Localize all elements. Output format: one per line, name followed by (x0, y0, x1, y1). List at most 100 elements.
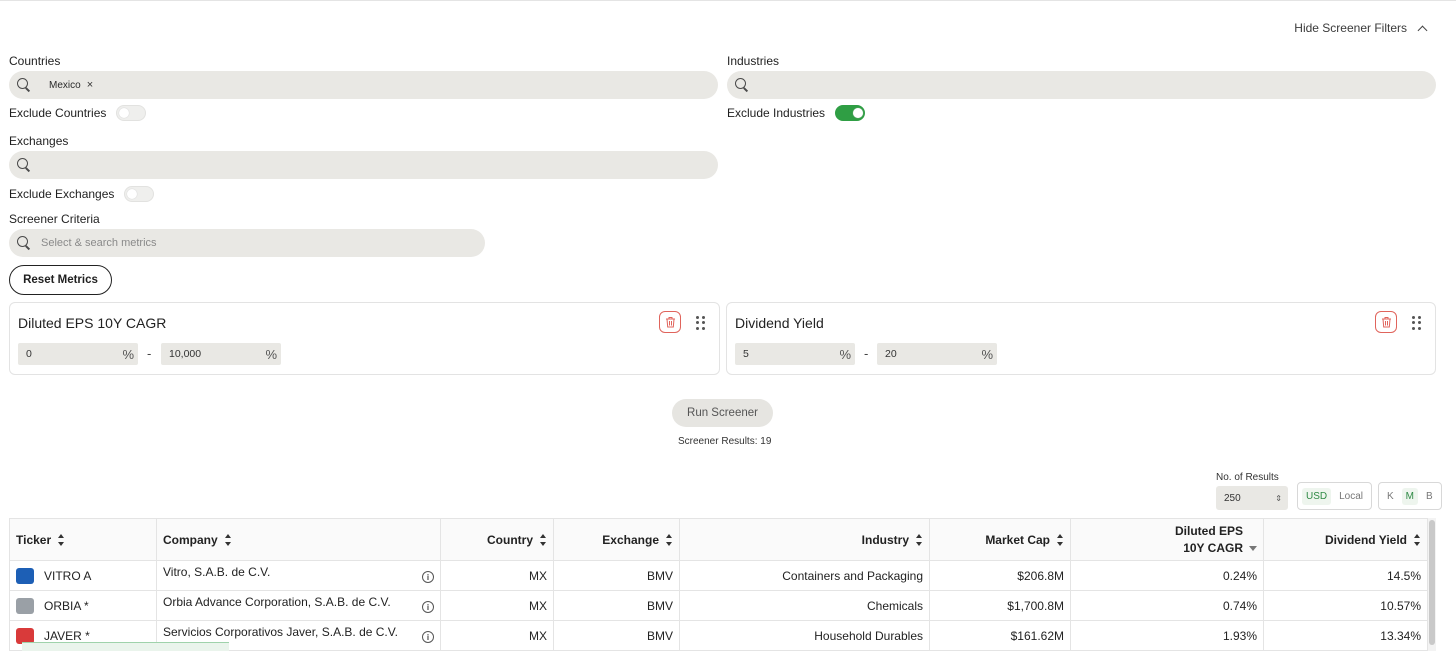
exclude-exchanges-row: Exclude Exchanges (9, 186, 155, 202)
column-header-label: Country (487, 532, 533, 547)
remove-chip-icon[interactable]: × (87, 79, 93, 91)
sort-icon (1056, 534, 1064, 547)
column-header-ticker[interactable]: Ticker (9, 518, 157, 561)
hide-filters-label: Hide Screener Filters (1294, 21, 1407, 35)
metric-max-input[interactable]: 20 % (877, 343, 997, 365)
sort-descending-icon (1249, 545, 1257, 551)
column-header-eps-cagr[interactable]: Diluted EPS 10Y CAGR (1070, 518, 1264, 561)
table-body: VITRO A Vitro, S.A.B. de C.V. i MX BMV Contai… (9, 560, 1428, 651)
column-header-country[interactable]: Country (440, 518, 554, 561)
search-icon (17, 158, 31, 172)
scale-k-option[interactable]: K (1383, 488, 1398, 505)
sort-icon (665, 534, 673, 547)
exclude-countries-toggle[interactable] (116, 105, 147, 121)
metric-min-input[interactable]: 5 % (735, 343, 855, 365)
results-table: Ticker Company Country Exchange Industry… (9, 518, 1428, 651)
cell-eps-cagr: 0.24% (1070, 560, 1264, 591)
industries-search-input[interactable] (727, 71, 1436, 99)
industries-label: Industries (727, 54, 780, 68)
hide-filters-toggle[interactable]: Hide Screener Filters (1294, 21, 1428, 35)
metrics-search-placeholder: Select & search metrics (41, 237, 157, 249)
currency-toggle: USD Local (1297, 482, 1373, 510)
column-header-exchange[interactable]: Exchange (553, 518, 680, 561)
column-header-market-cap[interactable]: Market Cap (929, 518, 1071, 561)
cell-market-cap: $206.8M (929, 560, 1071, 591)
cell-dividend-yield: 14.5% (1263, 560, 1428, 591)
column-header-label: Dividend Yield (1324, 532, 1407, 547)
currency-usd-option[interactable]: USD (1302, 487, 1332, 505)
info-icon[interactable]: i (422, 631, 434, 643)
metric-min-value: 5 (743, 348, 749, 360)
cell-dividend-yield: 13.34% (1263, 620, 1428, 651)
toggle-knob (127, 189, 138, 199)
countries-label: Countries (9, 54, 61, 68)
cell-exchange: BMV (553, 620, 680, 651)
metric-title: Diluted EPS 10Y CAGR (18, 315, 167, 331)
scale-m-option[interactable]: M (1401, 487, 1419, 505)
info-icon[interactable]: i (422, 571, 434, 583)
sort-icon (539, 534, 547, 547)
column-header-label: Exchange (602, 532, 659, 547)
metric-min-input[interactable]: 0 % (18, 343, 138, 365)
currency-local-option[interactable]: Local (1335, 488, 1367, 505)
cell-exchange: BMV (553, 560, 680, 591)
column-header-label: Market Cap (985, 532, 1050, 547)
cell-eps-cagr: 1.93% (1070, 620, 1264, 651)
sort-icon (57, 534, 65, 547)
column-header-company[interactable]: Company (156, 518, 441, 561)
company-name: Vitro, S.A.B. de C.V. (163, 565, 271, 579)
cell-market-cap: $1,700.8M (929, 590, 1071, 621)
cell-country: MX (440, 620, 554, 651)
number-of-results-select[interactable]: 250 ⇕ (1216, 486, 1288, 510)
column-header-label: Diluted EPS 10Y CAGR (1174, 523, 1243, 555)
table-header-row: Ticker Company Country Exchange Industry… (9, 518, 1428, 561)
number-of-results-value: 250 (1224, 492, 1241, 504)
cell-ticker[interactable]: ORBIA * (9, 590, 157, 621)
toggle-knob (119, 108, 130, 118)
trash-icon (665, 317, 675, 328)
sort-icon (1413, 534, 1421, 547)
drag-handle-icon[interactable] (1412, 316, 1422, 330)
cell-company[interactable]: Orbia Advance Corporation, S.A.B. de C.V… (156, 590, 441, 621)
metric-min-value: 0 (26, 348, 32, 360)
metric-max-input[interactable]: 10,000 % (161, 343, 281, 365)
exclude-industries-toggle[interactable] (835, 105, 866, 121)
cell-country: MX (440, 560, 554, 591)
cell-company[interactable]: Vitro, S.A.B. de C.V. i (156, 560, 441, 591)
exclude-industries-label: Exclude Industries (727, 106, 826, 120)
percent-unit: % (122, 346, 134, 362)
drag-handle-icon[interactable] (696, 316, 706, 330)
metric-card-eps-cagr: Diluted EPS 10Y CAGR 0 % - 10,000 % (9, 302, 720, 375)
bottom-status-bar (22, 642, 229, 651)
run-screener-button[interactable]: Run Screener (672, 399, 773, 427)
search-icon (17, 236, 31, 250)
reset-metrics-button[interactable]: Reset Metrics (9, 265, 112, 295)
company-name: Servicios Corporativos Javer, S.A.B. de … (163, 625, 398, 639)
search-icon (735, 78, 749, 92)
cell-ticker[interactable]: VITRO A (9, 560, 157, 591)
sort-icon (224, 534, 232, 547)
countries-search-input[interactable]: Mexico × (9, 71, 718, 99)
chevron-up-icon (1417, 25, 1428, 35)
info-icon[interactable]: i (422, 601, 434, 613)
exclude-countries-row: Exclude Countries (9, 105, 147, 121)
column-header-dividend-yield[interactable]: Dividend Yield (1263, 518, 1428, 561)
cell-industry: Household Durables (679, 620, 930, 651)
metric-card-dividend-yield: Dividend Yield 5 % - 20 % (726, 302, 1436, 375)
top-divider (0, 0, 1456, 1)
exclude-exchanges-toggle[interactable] (124, 186, 155, 202)
table-scrollbar-thumb[interactable] (1429, 520, 1435, 645)
scale-b-option[interactable]: B (1422, 488, 1437, 505)
metric-max-value: 20 (885, 348, 897, 360)
metrics-search-input[interactable]: Select & search metrics (9, 229, 485, 257)
percent-unit: % (265, 346, 277, 362)
table-row[interactable]: VITRO A Vitro, S.A.B. de C.V. i MX BMV Contai… (9, 560, 1428, 591)
exchanges-search-input[interactable] (9, 151, 718, 179)
scale-toggle: K M B (1378, 482, 1442, 510)
table-row[interactable]: ORBIA * Orbia Advance Corporation, S.A.B.… (9, 590, 1428, 621)
delete-metric-button[interactable] (659, 311, 681, 333)
trash-icon (1381, 317, 1391, 328)
delete-metric-button[interactable] (1375, 311, 1397, 333)
column-header-industry[interactable]: Industry (679, 518, 930, 561)
select-arrows-icon: ⇕ (1275, 493, 1282, 503)
